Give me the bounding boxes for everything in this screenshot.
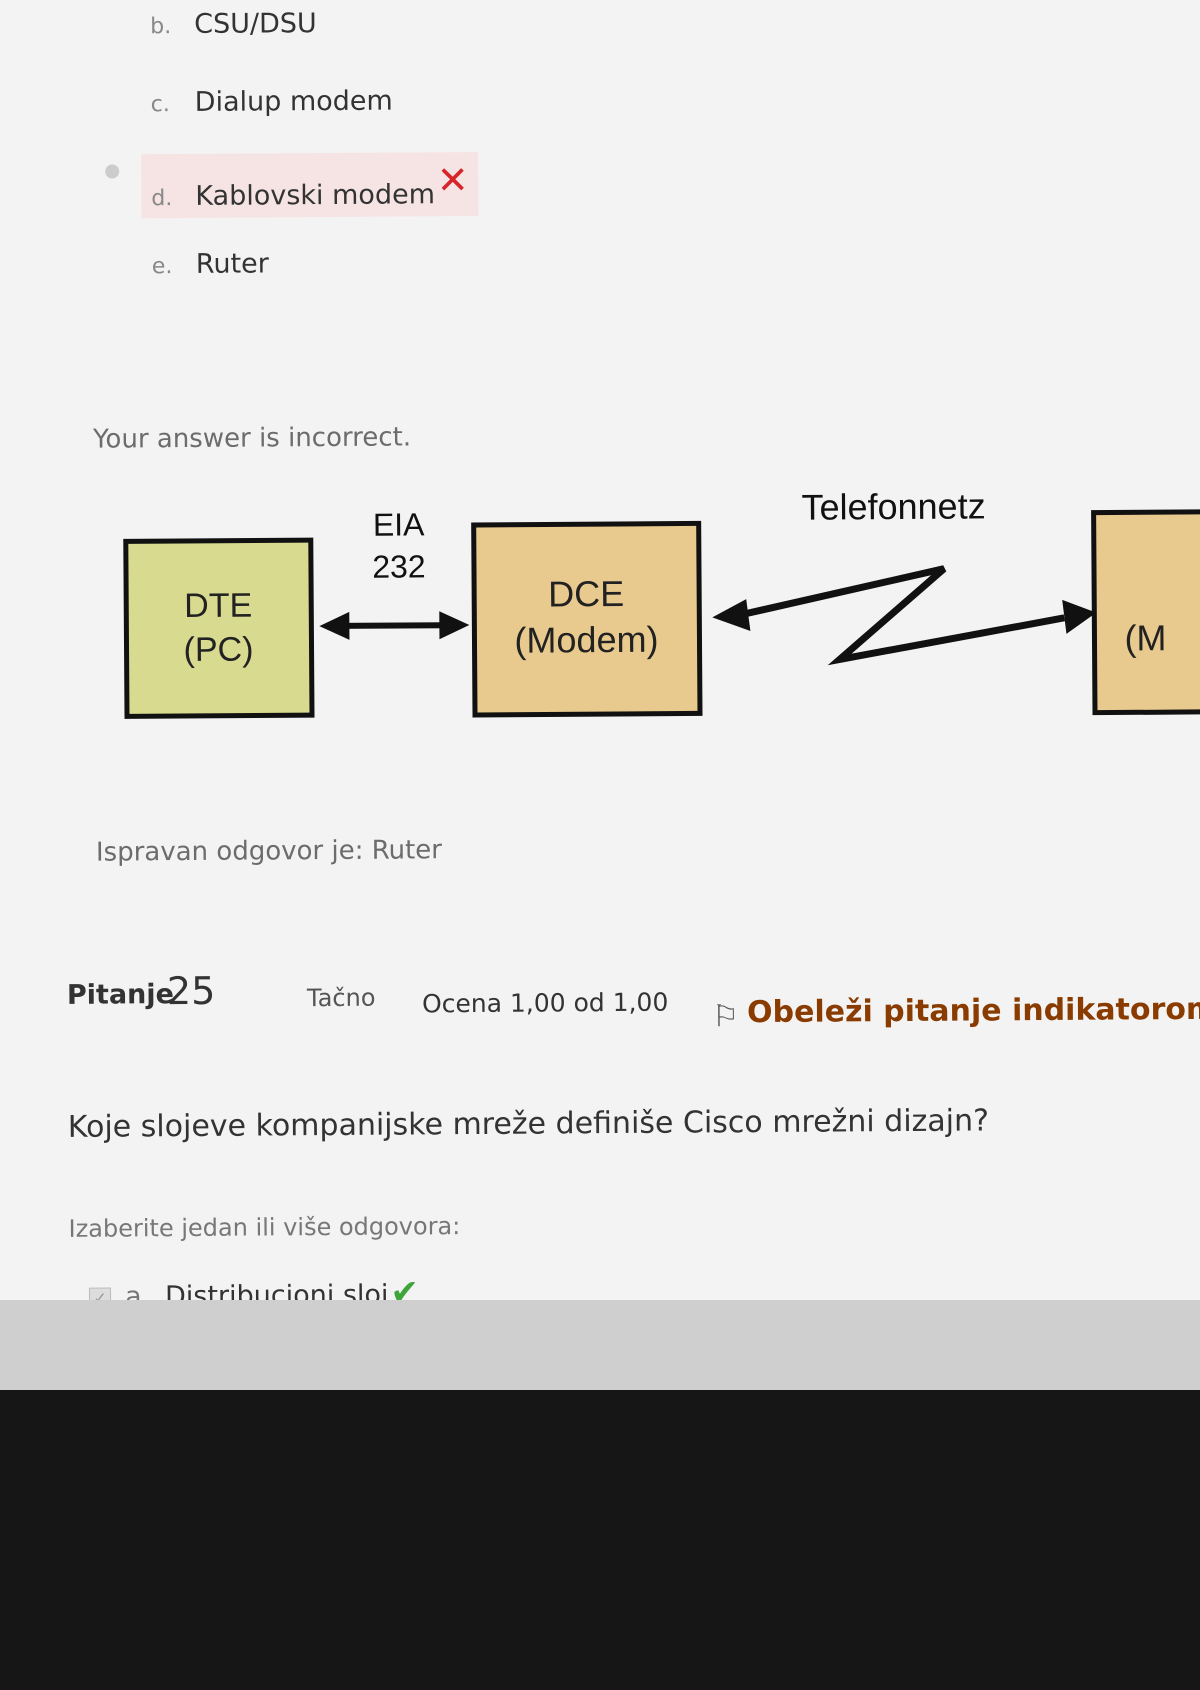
interface-label: EIA	[373, 506, 425, 542]
dte-sublabel: (PC)	[183, 631, 253, 669]
question-header: Pitanje 25 Tačno Ocena 1,00 od 1,00 ⚐ Ob…	[67, 962, 1200, 1050]
screen: b. CSU/DSU c. Dialup modem d. Kablovski mod…	[0, 0, 1200, 1310]
cross-icon: ✕	[436, 158, 469, 203]
remote-dce-box	[1091, 509, 1200, 716]
answer-letter: c.	[150, 92, 170, 118]
answer-option-c: c. Dialup modem	[151, 86, 393, 119]
quiz-review-page: b. CSU/DSU c. Dialup modem d. Kablovski mod…	[40, 0, 1200, 1310]
network-label: Telefonnetz	[801, 485, 985, 527]
question-number: 25	[166, 968, 216, 1014]
monitor-frame	[0, 1390, 1200, 1690]
selected-radio	[105, 164, 120, 179]
answer-letter: d.	[151, 186, 173, 212]
answer-option-e: e. Ruter	[152, 248, 269, 280]
arrow-left-icon	[712, 599, 751, 632]
interface-number: 232	[372, 548, 426, 584]
answer-text: Dialup modem	[194, 85, 393, 118]
answer-text: Ruter	[195, 248, 269, 280]
question-text: Koje slojeve kompanijske mreže definiše …	[67, 1103, 990, 1145]
flag-icon[interactable]: ⚐	[712, 999, 739, 1034]
answer-text: Kablovski modem	[195, 179, 436, 212]
answer-letter: e.	[151, 254, 173, 280]
answer-option-d: d. Kablovski modem✕	[105, 151, 479, 219]
telephone-network-zigzag	[738, 565, 1065, 666]
flag-question-link[interactable]: Obeleži pitanje indikatorom (	[747, 992, 1200, 1030]
answer-option-b: b. CSU/DSU	[150, 8, 317, 40]
question-label: Pitanje	[66, 979, 175, 1011]
remote-box-label: (M	[1124, 617, 1166, 658]
arrow-right-icon	[439, 611, 470, 640]
link-line	[339, 622, 445, 629]
dte-box	[123, 537, 315, 719]
correct-answer-text: Ispravan odgovor je: Ruter	[95, 835, 443, 868]
dte-label: DTE	[184, 587, 252, 625]
answer-text: CSU/DSU	[194, 8, 317, 40]
dce-label: DCE	[548, 573, 624, 615]
question-state: Tačno	[306, 983, 376, 1013]
arrow-right-icon	[1062, 599, 1097, 634]
dte-dce-diagram: DTE (PC) EIA 232 DCE (Modem) Telefonnetz…	[123, 485, 1200, 719]
monitor-bezel	[0, 1300, 1200, 1390]
question-grade: Ocena 1,00 od 1,00	[421, 987, 669, 1019]
dce-sublabel: (Modem)	[514, 619, 658, 661]
feedback-incorrect: Your answer is incorrect.	[92, 422, 412, 455]
answer-letter: b.	[150, 14, 172, 40]
question-prompt: Izaberite jedan ili više odgovora:	[68, 1212, 461, 1243]
arrow-left-icon	[319, 611, 350, 640]
